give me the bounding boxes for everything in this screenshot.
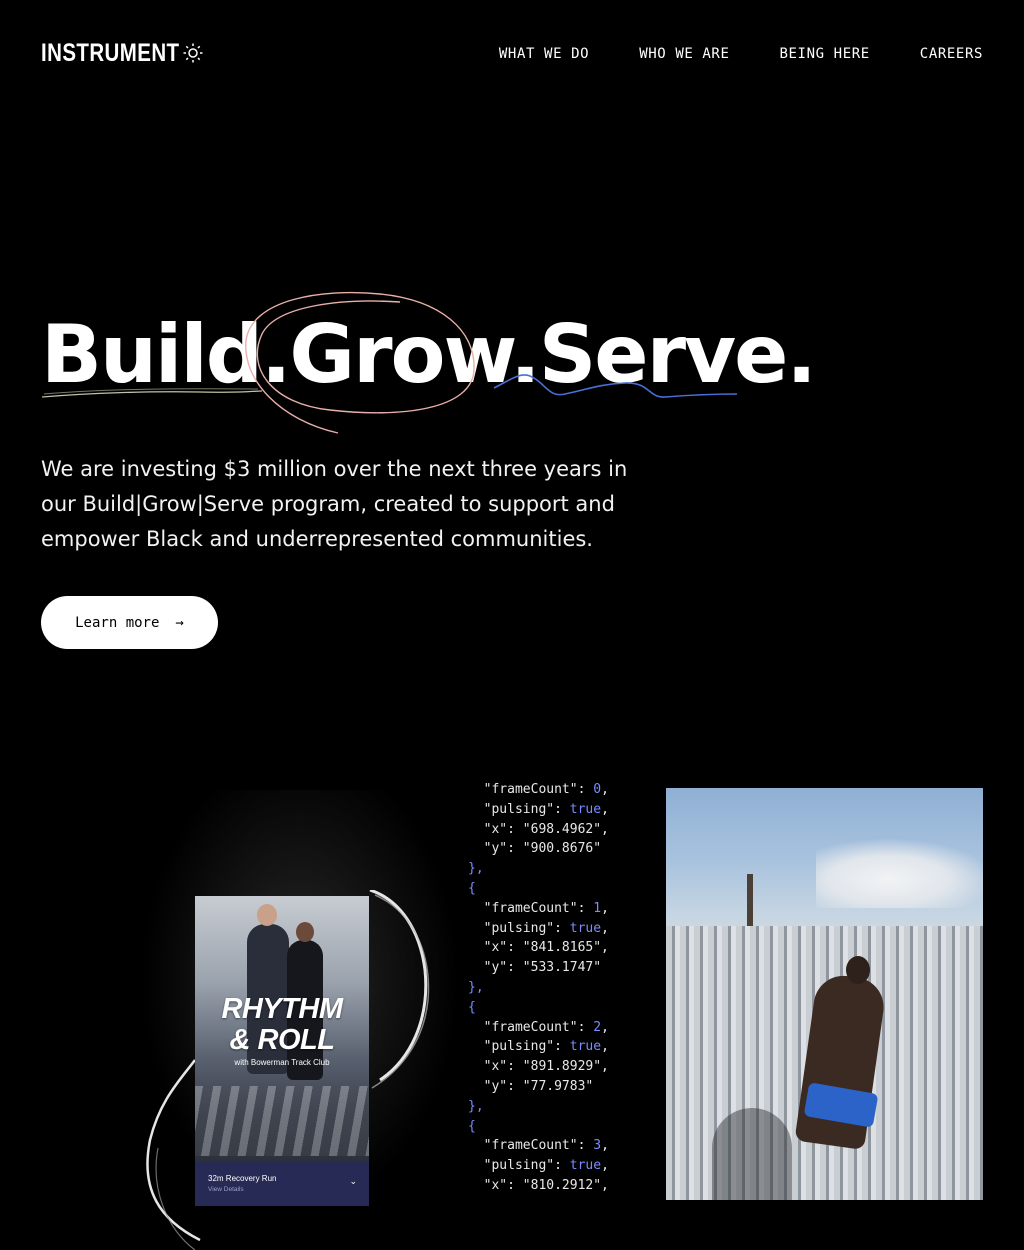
- nav-what-we-do[interactable]: WHAT WE DO: [499, 46, 589, 62]
- code-line: "y": "533.1747": [468, 960, 602, 976]
- run-title: 32m Recovery Run: [208, 1174, 277, 1183]
- code-line: "pulsing": true,: [468, 1158, 609, 1174]
- app-screenshot-card: RHYTHM & ROLL with Bowerman Track Club 3…: [195, 896, 369, 1206]
- main-nav: WHAT WE DO WHO WE ARE BEING HERE CAREERS: [499, 46, 983, 62]
- app-title: RHYTHM & ROLL: [221, 993, 343, 1056]
- code-line: "y": "77.9783": [468, 1078, 594, 1094]
- code-line: "x": "698.4962",: [468, 821, 609, 837]
- code-line: {: [468, 999, 476, 1015]
- code-line: },: [468, 1098, 484, 1114]
- app-run-item: 32m Recovery Run View Details ⌄: [195, 1162, 369, 1206]
- code-line: "frameCount": 1,: [468, 900, 609, 916]
- arrow-right-icon: →: [175, 614, 184, 631]
- nav-being-here[interactable]: BEING HERE: [780, 46, 870, 62]
- code-line: "frameCount": 0,: [468, 782, 609, 797]
- learn-more-button[interactable]: Learn more →: [41, 596, 218, 649]
- sun-icon[interactable]: [182, 42, 204, 64]
- chevron-down-icon: ⌄: [349, 1176, 357, 1186]
- code-line: "frameCount": 3,: [468, 1138, 609, 1154]
- app-subtitle: with Bowerman Track Club: [234, 1058, 330, 1067]
- code-line: {: [468, 1118, 476, 1134]
- nav-careers[interactable]: CAREERS: [920, 46, 983, 62]
- code-line: },: [468, 979, 484, 995]
- hero-title: Build.Grow.Serve.: [41, 308, 817, 401]
- code-line: "pulsing": true,: [468, 801, 609, 817]
- json-code-snippet: "frameCount": 0, "pulsing": true, "x": "…: [468, 780, 609, 1196]
- code-line: "x": "810.2912",: [468, 1177, 609, 1193]
- code-line: "y": "900.8676": [468, 841, 602, 857]
- showcase-section: RHYTHM & ROLL with Bowerman Track Club 3…: [0, 770, 1024, 1250]
- code-line: },: [468, 861, 484, 877]
- code-line: "pulsing": true,: [468, 920, 609, 936]
- nav-who-we-are[interactable]: WHO WE ARE: [639, 46, 729, 62]
- code-line: "frameCount": 2,: [468, 1019, 609, 1035]
- code-line: "pulsing": true,: [468, 1039, 609, 1055]
- code-line: "x": "841.8165",: [468, 940, 609, 956]
- learn-more-label: Learn more: [75, 614, 160, 631]
- hero-description: We are investing $3 million over the nex…: [41, 457, 628, 551]
- instrument-logo[interactable]: INSTRUMENT: [41, 40, 179, 66]
- view-details-link: View Details: [208, 1186, 244, 1193]
- code-line: "x": "891.8929",: [468, 1059, 609, 1075]
- runner-photo: [666, 788, 983, 1200]
- code-line: {: [468, 880, 476, 896]
